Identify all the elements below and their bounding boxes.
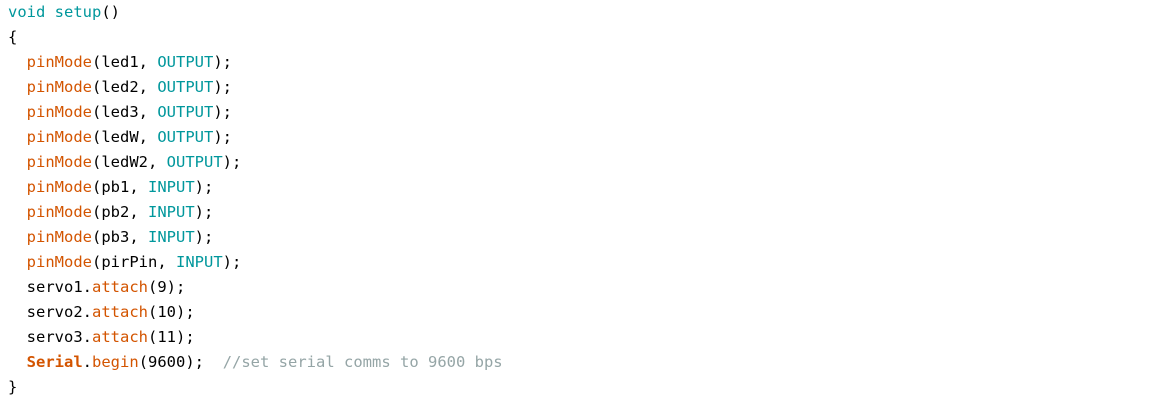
code-text: (led2, [92,78,158,96]
code-function: pinMode [26,78,92,96]
code-function: attach [92,303,148,321]
code-text: (ledW, [92,128,158,146]
code-function: pinMode [26,53,92,71]
code-line[interactable]: { [8,25,503,50]
code-line[interactable]: pinMode(led3, OUTPUT); [8,100,503,125]
code-text: (led3, [92,103,158,121]
code-line[interactable]: pinMode(pb1, INPUT); [8,175,503,200]
code-constant: INPUT [148,178,195,196]
code-text: ); [213,128,232,146]
code-text: . [82,353,93,371]
code-function: pinMode [26,178,92,196]
code-text: (11); [148,328,195,346]
code-line[interactable]: servo3.attach(11); [8,325,503,350]
code-text: (pb2, [92,203,148,221]
code-line[interactable]: pinMode(pirPin, INPUT); [8,250,503,275]
code-text: (9600); [138,353,223,371]
code-function: pinMode [26,153,92,171]
code-constant: OUTPUT [157,78,214,96]
code-text: ); [194,228,214,246]
code-line[interactable]: pinMode(pb2, INPUT); [8,200,503,225]
code-constant: INPUT [148,203,195,221]
code-line[interactable]: pinMode(pb3, INPUT); [8,225,503,250]
code-line[interactable]: pinMode(led1, OUTPUT); [8,50,503,75]
code-text: (pb3, [92,228,148,246]
code-text: servo3. [8,328,92,346]
code-text: servo2. [8,303,92,321]
code-line[interactable]: pinMode(ledW, OUTPUT); [8,125,503,150]
code-text: { [8,28,18,46]
code-text: ); [222,253,242,271]
code-function: pinMode [26,253,92,271]
code-keyword: void [8,3,46,21]
code-text: ); [213,103,232,121]
code-line[interactable]: void setup() [8,0,503,25]
code-text: (pb1, [92,178,148,196]
code-class: Serial [26,353,83,371]
code-line[interactable]: servo1.attach(9); [8,275,503,300]
code-line[interactable]: servo2.attach(10); [8,300,503,325]
code-line[interactable]: pinMode(led2, OUTPUT); [8,75,503,100]
code-text: } [8,378,18,396]
code-line[interactable]: pinMode(ledW2, OUTPUT); [8,150,503,175]
code-function: pinMode [26,203,92,221]
code-line[interactable]: } [8,375,503,400]
code-text: ); [213,53,232,71]
code-function: pinMode [26,228,92,246]
code-text: ); [213,78,232,96]
code-keyword: setup [54,3,102,21]
code-function: attach [92,278,148,296]
code-text: () [101,3,121,21]
code-function: begin [92,353,139,371]
code-text: (led1, [92,53,158,71]
code-line[interactable]: Serial.begin(9600); //set serial comms t… [8,350,503,375]
code-text: (ledW2, [92,153,167,171]
code-comment: //set serial comms to 9600 bps [222,353,503,371]
code-constant: OUTPUT [157,128,214,146]
code-text: (10); [148,303,195,321]
code-constant: OUTPUT [157,53,214,71]
code-constant: OUTPUT [166,153,223,171]
code-block[interactable]: void setup(){ pinMode(led1, OUTPUT); pin… [8,0,503,400]
code-text: ); [194,178,214,196]
code-constant: OUTPUT [157,103,214,121]
code-text: (9); [148,278,186,296]
code-text: ); [194,203,214,221]
code-function: pinMode [26,103,92,121]
code-function: pinMode [26,128,92,146]
code-text: servo1. [8,278,92,296]
code-text: (pirPin, [92,253,176,271]
code-function: attach [92,328,148,346]
code-text: ); [222,153,242,171]
code-editor[interactable]: void setup(){ pinMode(led1, OUTPUT); pin… [0,0,1156,402]
code-constant: INPUT [176,253,223,271]
code-constant: INPUT [148,228,195,246]
